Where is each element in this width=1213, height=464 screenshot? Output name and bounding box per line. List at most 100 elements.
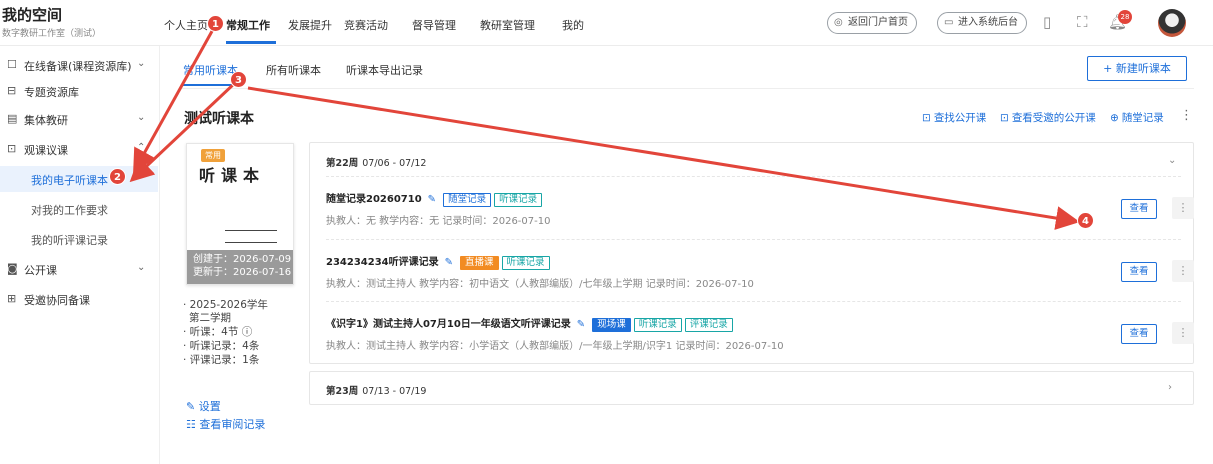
chevron-down-icon[interactable]: ⌄ (1168, 155, 1176, 166)
week-label: 第23周 (326, 386, 359, 397)
nav-routine-work[interactable]: 常规工作 (226, 17, 270, 33)
week-section[interactable]: 第23周 07/13 - 07/19 › (309, 371, 1194, 405)
view-button[interactable]: 查看 (1121, 262, 1157, 282)
sidebar-item-work-requirements[interactable]: 对我的工作要求 (0, 196, 158, 222)
nav-active-indicator (226, 41, 276, 44)
settings-link[interactable]: ✎ 设置 (186, 398, 221, 414)
record-title[interactable]: 《识字1》测试主持人07月10日一年级语文听评课记录 ✎ 现场课 听课记录 评课记录 (326, 315, 733, 332)
sidebar-item-label: 在线备课(课程资源库) (24, 60, 132, 73)
sidebar-item-label: 集体教研 (24, 114, 68, 127)
tab-all-notebooks[interactable]: 所有听课本 (266, 62, 321, 78)
nav-mine[interactable]: 我的 (562, 17, 584, 33)
record-title-text: 《识字1》测试主持人07月10日一年级语文听评课记录 (326, 319, 571, 330)
sidebar-item-topic-library[interactable]: ⊟ 专题资源库 (0, 78, 160, 104)
edit-icon[interactable]: ✎ (577, 319, 585, 330)
sidebar-item-my-notebook[interactable]: 我的电子听课本 (0, 166, 158, 192)
view-button[interactable]: 查看 (1121, 199, 1157, 219)
brand-subtitle: 数字教研工作室（测试） (2, 29, 102, 39)
more-icon[interactable]: ⋮ (1172, 197, 1194, 219)
classroom-icon: ⊡ (7, 142, 17, 155)
annotation-marker-2: 2 (109, 168, 126, 185)
nav-home[interactable]: 个人主页 (164, 17, 208, 33)
compass-icon: ◎ (834, 17, 843, 28)
chevron-down-icon: ⌄ (137, 262, 146, 273)
mobile-icon[interactable]: ▯ (1043, 13, 1051, 31)
record-title[interactable]: 234234234听评课记录 ✎ 直播课 听课记录 (326, 253, 550, 270)
notebook-cover[interactable]: 常用 听课本 创建于：2026-07-09 更新于：2026-07-16 (186, 143, 294, 285)
page-title: 测试听课本 (184, 111, 254, 127)
tag-review-record: 评课记录 (684, 318, 733, 332)
sidebar-item-label: 公开课 (24, 264, 57, 277)
tag-listen-record: 听课记录 (494, 193, 543, 207)
sidebar: ☐ 在线备课(课程资源库) ⌄ ⊟ 专题资源库 ▤ 集体教研 ⌄ ⊡ 观课议课 … (0, 46, 160, 464)
bookmark-icon: ⊟ (7, 84, 17, 97)
view-button[interactable]: 查看 (1121, 324, 1157, 344)
divider (326, 301, 1181, 302)
record-meta: 执教人：测试主持人 教学内容：小学语文（人教部编版）/一年级上学期/识字1 记录… (326, 341, 784, 352)
sidebar-item-lesson-observation[interactable]: ⊡ 观课议课 ⌃ (0, 136, 160, 162)
monitor-icon: ▭ (944, 17, 954, 28)
sidebar-item-open-class[interactable]: ◙ 公开课 ⌄ (0, 256, 160, 282)
tab-active-indicator (182, 84, 237, 86)
chevron-right-icon[interactable]: › (1168, 382, 1172, 393)
stat-semester: 第二学期 (189, 312, 231, 324)
annotation-marker-4: 4 (1077, 212, 1094, 229)
link-label: 查看受邀的公开课 (1011, 112, 1096, 124)
week-range: 07/13 - 07/19 (362, 386, 427, 397)
sidebar-item-label: 对我的工作要求 (31, 204, 108, 217)
more-icon[interactable]: ⋮ (1172, 260, 1194, 282)
tabs-divider (182, 88, 1194, 89)
tag-quick-record: 随堂记录 (443, 193, 492, 207)
nav-development[interactable]: 发展提升 (288, 17, 332, 33)
tab-export-records[interactable]: 听课本导出记录 (346, 62, 423, 78)
notification-badge: 28 (1118, 10, 1132, 24)
avatar[interactable] (1158, 9, 1186, 37)
people-icon: ⊞ (7, 292, 17, 305)
sidebar-item-my-records[interactable]: 我的听评课记录 (0, 226, 158, 252)
divider (326, 176, 1181, 177)
tag-listen-record: 听课记录 (633, 318, 682, 332)
cover-line (225, 242, 277, 243)
record-title-text: 随堂记录20260710 (326, 194, 422, 205)
edit-icon[interactable]: ✎ (445, 257, 453, 268)
audit-records-link[interactable]: ☷ 查看审阅记录 (186, 416, 265, 432)
edit-icon[interactable]: ✎ (428, 194, 436, 205)
sidebar-item-invited-coprep[interactable]: ⊞ 受邀协同备课 (0, 286, 160, 312)
more-icon[interactable]: ⋮ (1180, 108, 1193, 123)
cover-tag: 常用 (201, 149, 225, 162)
find-open-class-link[interactable]: ⊡ 查找公开课 (922, 110, 986, 125)
record-meta: 执教人：测试主持人 教学内容：初中语文（人教部编版）/七年级上学期 记录时间：2… (326, 279, 754, 290)
fullscreen-icon[interactable]: ⛶ (1077, 13, 1088, 31)
sidebar-item-group-research[interactable]: ▤ 集体教研 ⌄ (0, 106, 160, 132)
tag-listen-record: 听课记录 (501, 256, 550, 270)
portal-home-label: 返回门户首页 (848, 17, 908, 28)
top-navbar: 我的空间 数字教研工作室（测试） 个人主页 常规工作 发展提升 竞赛活动 督导管… (0, 0, 1213, 46)
brand-title[interactable]: 我的空间 (2, 4, 62, 25)
more-icon[interactable]: ⋮ (1172, 322, 1194, 344)
quick-record-link[interactable]: ⊕ 随堂记录 (1110, 110, 1164, 125)
sidebar-item-label: 专题资源库 (24, 86, 79, 99)
book-icon: ▤ (7, 112, 18, 125)
calendar-icon: ☐ (7, 58, 17, 71)
nav-research-office[interactable]: 教研室管理 (480, 17, 535, 33)
sidebar-item-label: 我的电子听课本 (31, 174, 108, 187)
portal-home-button[interactable]: ◎ 返回门户首页 (827, 12, 917, 34)
new-notebook-button[interactable]: + 新建听课本 (1087, 56, 1187, 81)
admin-backend-button[interactable]: ▭ 进入系统后台 (937, 12, 1027, 34)
week-header[interactable]: 第22周 07/06 - 07/12 (326, 155, 426, 169)
admin-backend-label: 进入系统后台 (958, 17, 1018, 28)
link-label: 设置 (198, 400, 221, 413)
sidebar-item-label: 受邀协同备课 (24, 294, 90, 307)
stat-lessons[interactable]: · 听课：4节 ⓘ (183, 326, 252, 339)
chevron-down-icon: ⌄ (137, 58, 146, 69)
week-header[interactable]: 第23周 07/13 - 07/19 (326, 383, 426, 397)
view-invited-class-link[interactable]: ⊡ 查看受邀的公开课 (1000, 110, 1096, 125)
divider (326, 239, 1181, 240)
chevron-down-icon: ⌄ (137, 112, 146, 123)
sidebar-item-online-lesson-prep[interactable]: ☐ 在线备课(课程资源库) ⌄ (0, 52, 160, 78)
link-label: 查找公开课 (933, 112, 987, 124)
nav-supervision[interactable]: 督导管理 (412, 17, 456, 33)
annotation-marker-3: 3 (230, 71, 247, 88)
record-title[interactable]: 随堂记录20260710 ✎ 随堂记录 听课记录 (326, 190, 543, 207)
nav-competition[interactable]: 竞赛活动 (344, 17, 388, 33)
